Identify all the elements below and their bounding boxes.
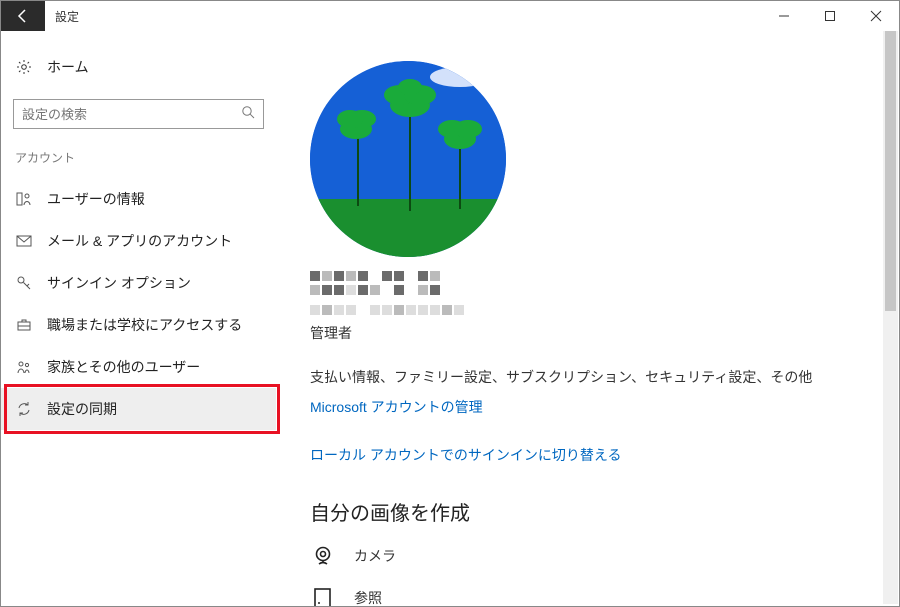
- nav-label: サインイン オプション: [47, 273, 191, 293]
- arrow-left-icon: [15, 8, 31, 24]
- highlight-rectangle: [4, 384, 280, 434]
- minimize-button[interactable]: [761, 1, 807, 31]
- sync-icon: [15, 401, 33, 417]
- home-nav[interactable]: ホーム: [1, 49, 276, 85]
- nav-email-accounts[interactable]: メール & アプリのアカウント: [1, 220, 276, 262]
- nav-label: 家族とその他のユーザー: [47, 357, 200, 377]
- mail-icon: [15, 233, 33, 249]
- nav-sync-settings[interactable]: 設定の同期: [1, 388, 276, 430]
- camera-option[interactable]: カメラ: [310, 544, 871, 568]
- maximize-button[interactable]: [807, 1, 853, 31]
- search-input[interactable]: [22, 107, 241, 122]
- back-button[interactable]: [1, 1, 45, 31]
- account-desc: 支払い情報、ファミリー設定、サブスクリプション、セキュリティ設定、その他: [310, 367, 871, 387]
- briefcase-icon: [15, 317, 33, 333]
- person-icon: [15, 191, 33, 207]
- browse-icon: [310, 586, 336, 606]
- search-box[interactable]: [13, 99, 264, 129]
- search-icon: [241, 105, 255, 124]
- user-role: 管理者: [310, 323, 871, 343]
- browse-option[interactable]: 参照: [310, 586, 871, 606]
- camera-label: カメラ: [354, 546, 396, 566]
- create-picture-heading: 自分の画像を作成: [310, 497, 871, 526]
- manage-account-link[interactable]: Microsoft アカウントの管理: [310, 397, 871, 417]
- switch-local-link[interactable]: ローカル アカウントでのサインインに切り替える: [310, 445, 871, 465]
- nav-label: メール & アプリのアカウント: [47, 231, 232, 251]
- pixelated-username: [310, 271, 871, 315]
- user-avatar: [310, 61, 506, 257]
- content-pane: 管理者 支払い情報、ファミリー設定、サブスクリプション、セキュリティ設定、その他…: [276, 31, 899, 606]
- key-icon: [15, 275, 33, 291]
- section-label: アカウント: [1, 145, 276, 178]
- scrollbar-thumb[interactable]: [885, 31, 896, 311]
- nav-user-info[interactable]: ユーザーの情報: [1, 178, 276, 220]
- nav-work-school[interactable]: 職場または学校にアクセスする: [1, 304, 276, 346]
- window-controls: [761, 1, 899, 31]
- nav-label: 職場または学校にアクセスする: [47, 315, 242, 335]
- nav-label: 設定の同期: [47, 399, 117, 419]
- scrollbar[interactable]: [883, 31, 898, 604]
- window-title: 設定: [45, 8, 79, 25]
- camera-icon: [310, 544, 336, 568]
- nav-label: ユーザーの情報: [47, 189, 145, 209]
- nav-signin-options[interactable]: サインイン オプション: [1, 262, 276, 304]
- browse-label: 参照: [354, 588, 382, 606]
- sidebar: ホーム アカウント ユーザーの情報 メール & アプリのアカウント サインイン …: [1, 31, 276, 606]
- close-button[interactable]: [853, 1, 899, 31]
- nav-family-users[interactable]: 家族とその他のユーザー: [1, 346, 276, 388]
- home-label: ホーム: [47, 57, 89, 77]
- titlebar: 設定: [1, 1, 899, 31]
- family-icon: [15, 359, 33, 375]
- gear-icon: [15, 59, 33, 75]
